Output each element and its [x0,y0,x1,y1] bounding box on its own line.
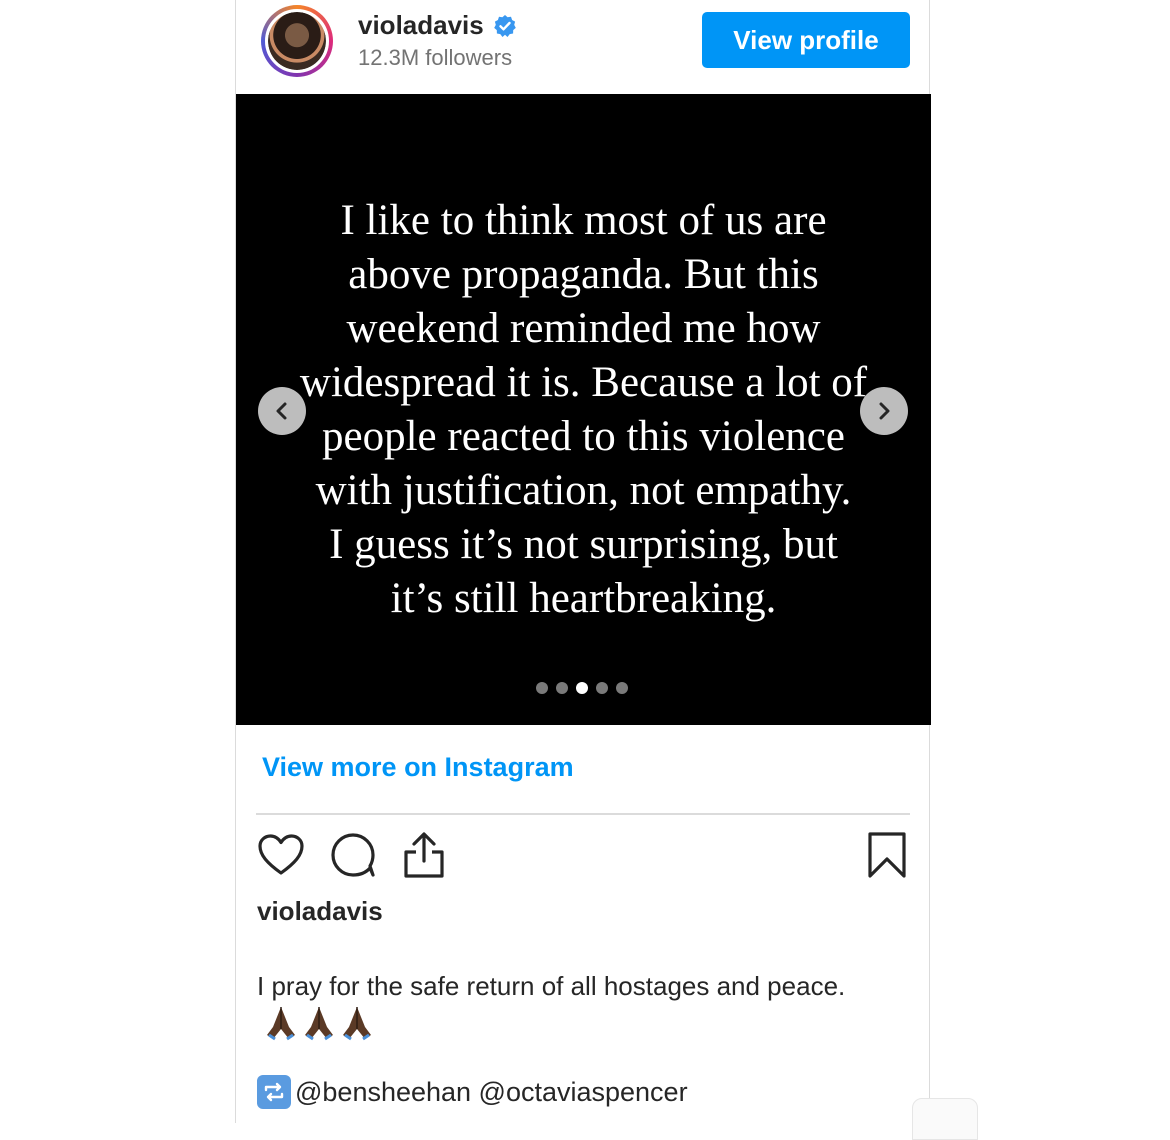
carousel-dot [616,682,628,694]
view-more-on-instagram-link[interactable]: View more on Instagram [262,752,574,783]
instagram-embed-card: violadavis 12.3M followers View profile … [235,0,931,1123]
carousel-next-button[interactable] [860,387,908,435]
like-button[interactable] [256,830,306,880]
praying-hands-icon [263,1005,375,1041]
post-header: violadavis 12.3M followers View profile [236,0,931,94]
carousel-dot [576,682,588,694]
praying-hands-icon [267,1007,295,1041]
share-button[interactable] [399,830,449,880]
follower-count: 12.3M followers [358,45,513,70]
avatar-story-ring[interactable] [261,5,333,77]
comment-icon [331,833,375,877]
carousel-prev-button[interactable] [258,387,306,435]
mention-links[interactable]: @bensheehan @octaviaspencer [295,1077,688,1108]
carousel-indicator [536,682,628,694]
header-username[interactable]: violadavis [358,10,484,41]
avatar-photo [268,12,326,70]
chevron-right-icon [879,402,890,420]
comment-button[interactable] [328,830,378,880]
praying-hands-icon [343,1007,371,1041]
action-bar [256,830,910,882]
carousel-dot [596,682,608,694]
carousel-dot [536,682,548,694]
post-username[interactable]: violadavis [257,896,383,927]
avatar[interactable] [265,9,329,73]
save-button[interactable] [862,830,912,880]
share-icon [404,832,444,878]
verified-badge-icon [493,14,516,37]
mentions-row: @bensheehan @octaviaspencer [257,1075,688,1109]
post-caption: I pray for the safe return of all hostag… [257,968,877,1045]
overlay-tab-corner[interactable] [912,1098,978,1140]
chevron-left-icon [276,402,287,420]
post-media[interactable]: I like to think most of us are above pro… [236,94,931,725]
bookmark-icon [868,832,906,878]
carousel-dot [556,682,568,694]
username-row: violadavis [358,10,517,41]
caption-text: I pray for the safe return of all hostag… [257,971,846,1001]
divider [256,813,910,815]
repost-icon [257,1075,291,1109]
praying-hands-icon [305,1007,333,1041]
heart-icon [258,834,304,875]
view-profile-button[interactable]: View profile [702,12,910,68]
quote-text: I like to think most of us are above pro… [299,197,868,622]
